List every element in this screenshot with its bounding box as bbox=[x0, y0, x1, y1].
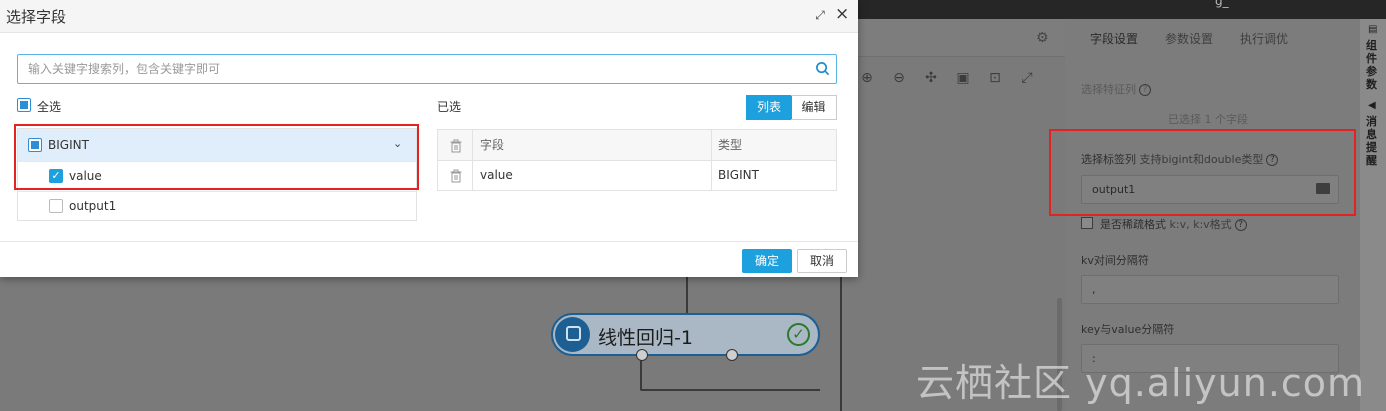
node-output-port[interactable] bbox=[726, 349, 738, 361]
list-item[interactable]: output1 bbox=[18, 191, 416, 221]
feature-selected-status: 已选择 1 个字段 bbox=[1168, 113, 1248, 126]
field-name: output1 bbox=[69, 199, 117, 213]
sidebar-item-notifications[interactable]: 消息提醒 bbox=[1366, 115, 1380, 167]
sparse-format-hint: k:v, k:v格式 bbox=[1169, 218, 1232, 231]
canvas-toolbar: ⊕ ⊖ ✣ ▣ ⊡ ⤢ bbox=[858, 70, 1036, 90]
column-divider bbox=[472, 130, 473, 190]
tab-param-settings[interactable]: 参数设置 bbox=[1165, 30, 1213, 47]
fit-icon[interactable]: ✣ bbox=[922, 70, 940, 86]
fullscreen-icon[interactable]: ⤢ bbox=[1018, 70, 1036, 86]
linear-regression-node[interactable]: 线性回归-1 ✓ bbox=[551, 313, 820, 356]
kv-separator-field[interactable]: , bbox=[1081, 275, 1339, 304]
selected-title: 已选 bbox=[437, 100, 462, 114]
node-label: 线性回归-1 bbox=[598, 327, 693, 349]
zoom-in-icon[interactable]: ⊕ bbox=[858, 70, 876, 86]
help-icon[interactable]: ? bbox=[1139, 84, 1151, 96]
dialog-footer: 确定 取消 bbox=[0, 241, 858, 277]
bell-icon: ◀ bbox=[1368, 100, 1376, 111]
actual-size-icon[interactable]: ▣ bbox=[954, 70, 972, 86]
sparse-format-checkbox[interactable] bbox=[1081, 217, 1093, 229]
search-box bbox=[17, 54, 837, 84]
trash-icon[interactable] bbox=[450, 169, 462, 183]
gear-icon[interactable]: ⚙ bbox=[1036, 31, 1050, 45]
snapshot-icon[interactable]: ⊡ bbox=[986, 70, 1004, 86]
kv-separator-label: kv对间分隔符 bbox=[1081, 254, 1149, 267]
select-all-checkbox[interactable] bbox=[17, 98, 31, 112]
window-title: g_ bbox=[1215, 0, 1229, 8]
tab-list-view[interactable]: 列表 bbox=[746, 95, 792, 120]
connection-line bbox=[840, 277, 842, 411]
connection-line bbox=[640, 360, 642, 390]
node-type-icon bbox=[555, 317, 590, 352]
column-header-type: 类型 bbox=[718, 138, 743, 152]
connection-line bbox=[640, 389, 820, 391]
search-icon[interactable] bbox=[815, 61, 830, 76]
column-header-field: 字段 bbox=[480, 138, 505, 152]
dialog-title: 选择字段 bbox=[6, 8, 67, 26]
connection-line bbox=[686, 277, 688, 315]
select-all-label: 全选 bbox=[37, 100, 62, 114]
table-cell-field: value bbox=[480, 168, 513, 182]
dialog-header: 选择字段 ⤢ × bbox=[0, 0, 858, 33]
zoom-out-icon[interactable]: ⊖ bbox=[890, 70, 908, 86]
select-fields-dialog: 选择字段 ⤢ × 全选 BIGINT ⌄ ✓ value output1 已选 … bbox=[0, 0, 858, 277]
confirm-button[interactable]: 确定 bbox=[742, 249, 792, 273]
node-input-port[interactable] bbox=[636, 349, 648, 361]
close-icon[interactable]: × bbox=[835, 5, 849, 23]
sidebar-item-component-params[interactable]: 组件参数 bbox=[1366, 39, 1380, 91]
table-cell-type: BIGINT bbox=[718, 168, 759, 182]
tab-tuning[interactable]: 执行调优 bbox=[1240, 30, 1288, 47]
feature-column-text: 选择特征列 bbox=[1081, 83, 1136, 96]
watermark: 云栖社区 yq.aliyun.com bbox=[916, 361, 1366, 405]
trash-icon[interactable] bbox=[450, 139, 462, 153]
highlight-box bbox=[1049, 129, 1356, 216]
cancel-button[interactable]: 取消 bbox=[797, 249, 847, 273]
tab-field-settings[interactable]: 字段设置 bbox=[1090, 30, 1138, 47]
help-icon[interactable]: ? bbox=[1234, 219, 1247, 231]
column-divider bbox=[711, 130, 712, 190]
right-panel-tabs: 字段设置 参数设置 执行调优 bbox=[1065, 19, 1360, 57]
field-checkbox[interactable] bbox=[49, 199, 63, 213]
selected-table: 字段 类型 value BIGINT bbox=[437, 129, 837, 191]
key-value-separator-label: key与value分隔符 bbox=[1081, 323, 1175, 336]
maximize-icon[interactable]: ⤢ bbox=[813, 8, 827, 22]
tab-edit-view[interactable]: 编辑 bbox=[791, 95, 837, 120]
highlight-box bbox=[14, 124, 419, 190]
sparse-format-text: 是否稀疏格式 bbox=[1100, 218, 1166, 231]
feature-column-label: 选择特征列? bbox=[1081, 81, 1151, 97]
success-check-icon: ✓ bbox=[787, 323, 810, 346]
sparse-format-label: 是否稀疏格式 k:v, k:v格式? bbox=[1100, 216, 1247, 232]
component-icon: ▤ bbox=[1368, 24, 1378, 35]
search-input[interactable] bbox=[18, 55, 808, 83]
